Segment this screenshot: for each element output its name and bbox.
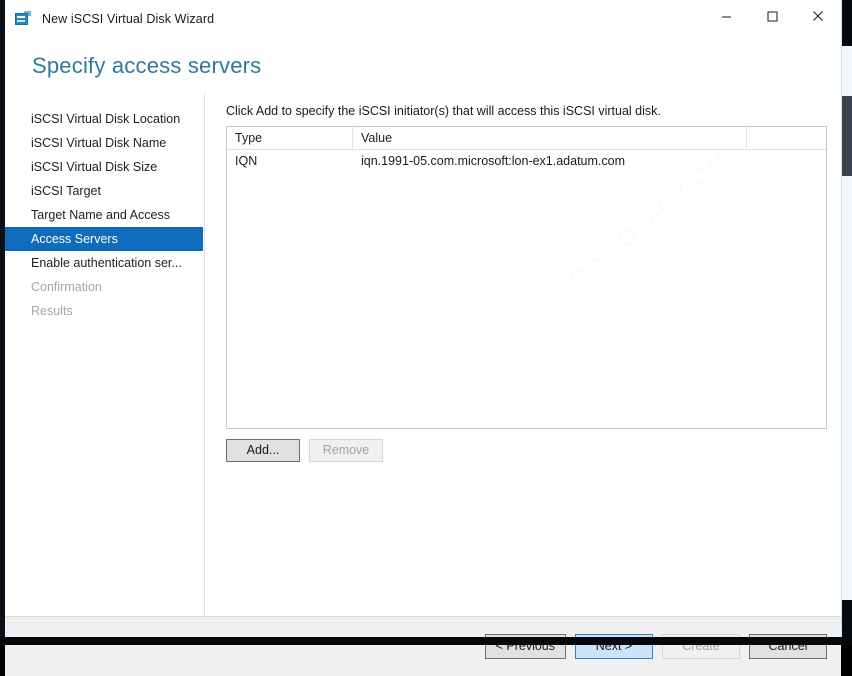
sidebar-item-results: Results [5, 299, 204, 323]
wizard-steps-sidebar: iSCSI Virtual Disk Location iSCSI Virtua… [5, 93, 205, 616]
page-scrollbar[interactable] [842, 0, 852, 645]
main-pane: Click Add to specify the iSCSI initiator… [205, 93, 841, 616]
cell-value: iqn.1991-05.com.microsoft:lon-ex1.adatum… [361, 154, 626, 168]
sidebar-item-iscsi-virtual-disk-location[interactable]: iSCSI Virtual Disk Location [5, 107, 204, 131]
page-title: Specify access servers [32, 53, 262, 78]
wizard-footer: < Previous Next > Create Cancel [5, 616, 841, 676]
iscsi-disk-icon [14, 10, 32, 28]
sidebar-item-enable-authentication[interactable]: Enable authentication ser... [5, 251, 204, 275]
minimize-icon[interactable] [703, 0, 749, 32]
column-header-spacer [747, 127, 826, 149]
sidebar-item-label: iSCSI Virtual Disk Size [31, 160, 158, 174]
sidebar-item-label: Access Servers [31, 232, 118, 246]
remove-button: Remove [309, 439, 383, 462]
wizard-window: New iSCSI Virtual Disk Wizard Specify ac… [5, 0, 842, 676]
sidebar-item-iscsi-virtual-disk-name[interactable]: iSCSI Virtual Disk Name [5, 131, 204, 155]
access-servers-list[interactable]: Type Value IQN iqn.1991-05.com.microsoft… [226, 126, 827, 429]
cell-type: IQN [235, 154, 258, 168]
sidebar-item-iscsi-target[interactable]: iSCSI Target [5, 179, 204, 203]
scrollbar-segment-top [842, 0, 852, 46]
sidebar-item-label: Results [31, 304, 73, 318]
sidebar-item-label: iSCSI Virtual Disk Location [31, 112, 181, 126]
close-icon[interactable] [795, 0, 841, 32]
sidebar-item-access-servers[interactable]: Access Servers [5, 227, 203, 251]
page-root: New iSCSI Virtual Disk Wizard Specify ac… [0, 0, 852, 676]
add-button[interactable]: Add... [226, 439, 300, 462]
sidebar-item-label: iSCSI Target [31, 184, 101, 198]
scrollbar-thumb[interactable] [842, 96, 852, 176]
title-bar: New iSCSI Virtual Disk Wizard [5, 0, 841, 39]
sidebar-item-confirmation: Confirmation [5, 275, 204, 299]
sidebar-item-iscsi-virtual-disk-size[interactable]: iSCSI Virtual Disk Size [5, 155, 204, 179]
sidebar-item-label: Enable authentication ser... [31, 256, 182, 270]
list-action-buttons: Add... Remove [226, 439, 827, 462]
column-header-type[interactable]: Type [227, 127, 353, 149]
list-header-row: Type Value [227, 127, 826, 150]
sidebar-item-label: iSCSI Virtual Disk Name [31, 136, 167, 150]
sidebar-item-label: Target Name and Access [31, 208, 170, 222]
window-controls [703, 0, 841, 32]
maximize-icon[interactable] [749, 0, 795, 32]
sidebar-item-target-name-and-access[interactable]: Target Name and Access [5, 203, 204, 227]
page-bottom-edge [0, 637, 852, 645]
sidebar-item-label: Confirmation [31, 280, 102, 294]
table-row[interactable]: IQN iqn.1991-05.com.microsoft:lon-ex1.ad… [227, 150, 826, 172]
header-band: Specify access servers [5, 39, 841, 93]
instruction-text: Click Add to specify the iSCSI initiator… [226, 104, 661, 118]
column-header-value[interactable]: Value [353, 127, 747, 149]
window-title: New iSCSI Virtual Disk Wizard [42, 12, 215, 26]
body-area: iSCSI Virtual Disk Location iSCSI Virtua… [5, 93, 841, 616]
